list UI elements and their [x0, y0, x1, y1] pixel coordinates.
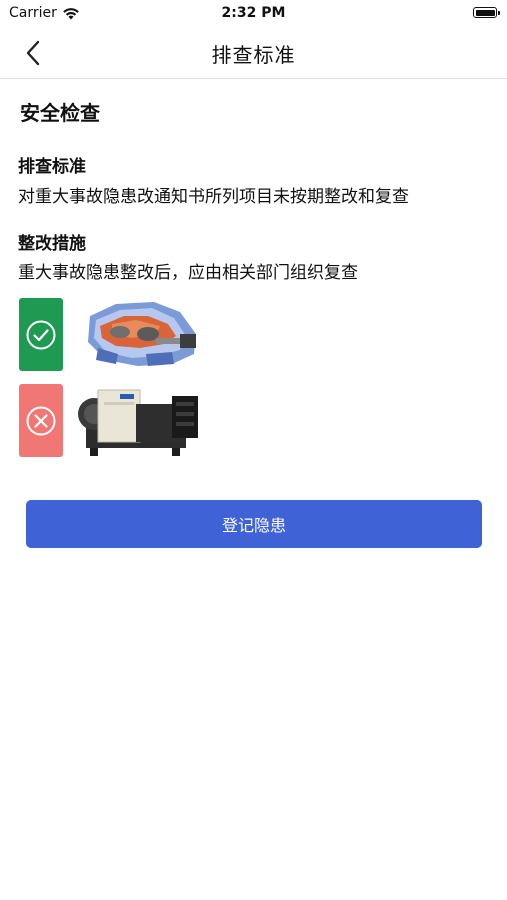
pass-indicator[interactable]	[19, 298, 63, 371]
navigation-bar: 排查标准	[0, 28, 507, 79]
standard-label: 排查标准	[18, 157, 86, 177]
measure-text: 重大事故隐患整改后，应由相关部门组织复查	[18, 263, 358, 283]
compressor-cutaway-photo[interactable]	[76, 294, 202, 372]
check-circle-icon	[26, 320, 56, 349]
x-circle-icon	[26, 406, 56, 435]
status-time: 2:32 PM	[221, 5, 286, 21]
battery-icon	[473, 7, 500, 18]
register-hazard-button[interactable]: 登记隐患	[26, 500, 482, 548]
standard-text: 对重大事故隐患改通知书所列项目未按期整改和复查	[18, 187, 409, 207]
page-title: 排查标准	[211, 43, 296, 67]
compressor-unit-photo[interactable]	[76, 378, 202, 460]
measure-label: 整改措施	[18, 234, 86, 254]
fail-indicator[interactable]	[19, 384, 63, 457]
section-title: 安全检查	[20, 101, 100, 125]
status-bar: Carrier 2:32 PM	[0, 0, 507, 28]
